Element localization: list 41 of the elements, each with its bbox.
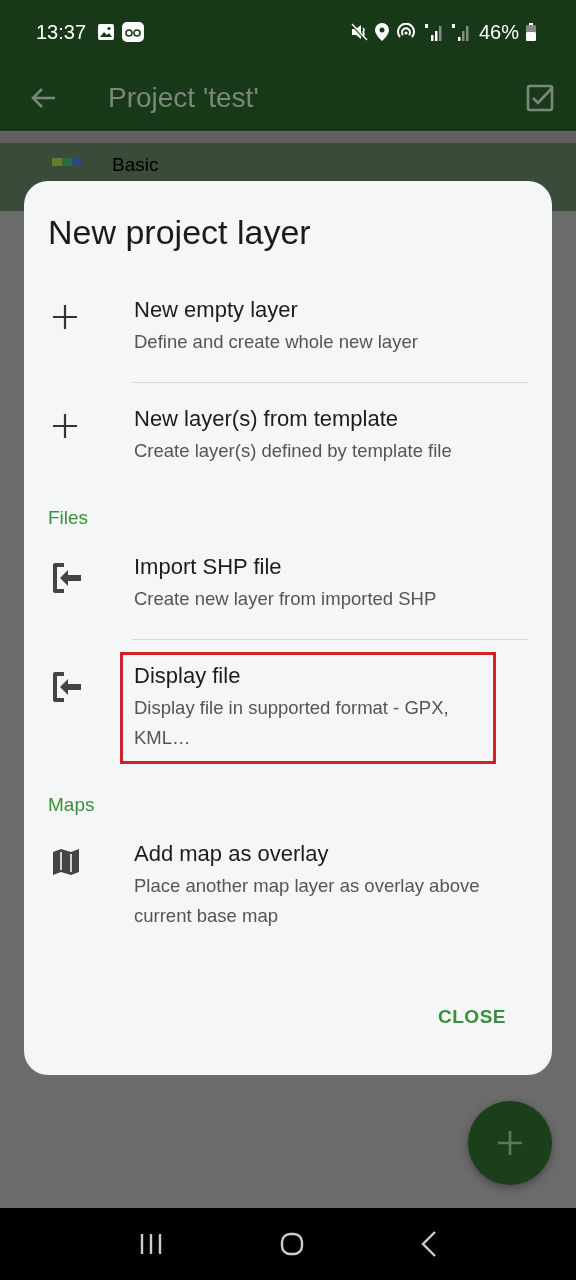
menu-item[interactable]: Display file Display file in supported format - GPX, KML… xyxy=(48,640,528,778)
layer-name: Basic xyxy=(112,154,159,176)
menu-item[interactable]: New empty layer Define and create whole new layer xyxy=(48,274,528,382)
status-time: 13:37 xyxy=(36,20,87,44)
back-icon[interactable] xyxy=(421,1231,438,1257)
gallery-icon xyxy=(97,23,116,41)
menu-item[interactable]: Import SHP file Create new layer from imported SHP xyxy=(48,531,528,639)
item-description: Create new layer from imported SHP xyxy=(134,587,438,611)
back-arrow-icon[interactable] xyxy=(30,86,56,109)
item-description: Create layer(s) defined by template file xyxy=(134,439,453,463)
map-icon xyxy=(52,848,80,876)
section-header: Maps xyxy=(48,793,96,817)
section-header: Files xyxy=(48,506,90,530)
plus-icon xyxy=(52,413,78,439)
app-badge-icon xyxy=(122,22,145,42)
item-title: Display file xyxy=(134,663,242,689)
plus-icon xyxy=(52,304,78,330)
item-description: Display file in supported format - GPX, KML… xyxy=(134,696,450,750)
battery-percent: 46% xyxy=(478,20,519,44)
item-description: Place another map layer as overlay above current base map xyxy=(134,874,481,928)
home-icon[interactable] xyxy=(280,1232,304,1256)
recents-icon[interactable] xyxy=(138,1233,163,1255)
battery-icon xyxy=(526,23,536,41)
item-title: New layer(s) from template xyxy=(134,406,400,432)
item-title: Import SHP file xyxy=(134,554,283,580)
location-icon xyxy=(374,23,389,41)
import-icon xyxy=(52,561,82,595)
import-icon xyxy=(52,670,82,704)
screen-title: Project 'test' xyxy=(108,81,259,114)
item-title: New empty layer xyxy=(134,297,299,323)
close-button[interactable]: CLOSE xyxy=(416,996,528,1038)
plus-icon xyxy=(497,1130,523,1156)
signal-icon xyxy=(422,22,443,42)
item-description: Define and create whole new layer xyxy=(134,330,419,354)
dialog-title: New project layer xyxy=(48,213,312,252)
checkbox-done-icon[interactable] xyxy=(526,83,554,112)
menu-item[interactable]: Add map as overlay Place another map layer as overlay above current base map xyxy=(48,818,528,956)
menu-item[interactable]: New layer(s) from template Create layer(s) defined by template file xyxy=(48,383,528,491)
signal-icon xyxy=(449,22,470,42)
mute-icon xyxy=(349,23,368,41)
item-title: Add map as overlay xyxy=(134,841,330,867)
